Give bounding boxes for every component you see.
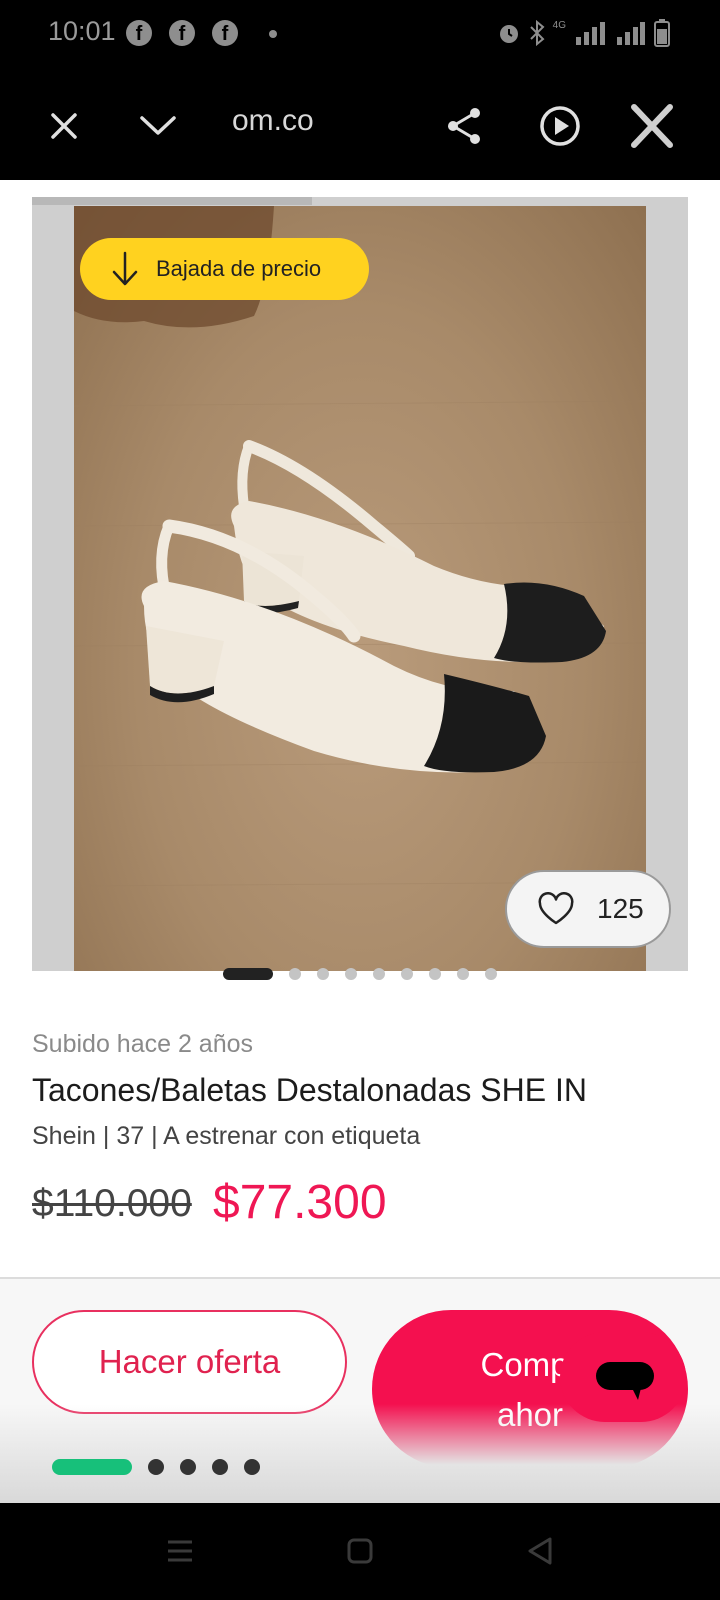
status-icons: 4G [497,18,670,48]
arrow-down-icon [112,251,138,286]
like-button[interactable]: 125 [505,870,671,948]
status-bar: 10:01 f f f 4G [0,0,720,70]
progress-step [180,1459,196,1475]
share-icon[interactable] [436,98,492,154]
carousel-dot[interactable] [289,968,301,980]
current-price: $77.300 [213,1176,387,1229]
price-drop-label: Bajada de precio [156,256,322,281]
carousel-dot[interactable] [345,968,357,980]
carousel-dot[interactable] [485,968,497,980]
url-text[interactable]: om.co [232,104,314,138]
carousel-dot[interactable] [317,968,329,980]
chat-button[interactable] [560,1332,686,1422]
progress-step [212,1459,228,1475]
close-icon[interactable] [36,98,92,154]
more-notifications-dot [269,30,277,38]
carousel-dot[interactable] [429,968,441,980]
status-time: 10:01 [48,16,116,46]
x-logo-icon[interactable] [624,98,680,154]
system-nav-bar [0,1503,720,1600]
home-square-icon [347,1538,373,1564]
original-price: $110.000 [32,1182,192,1225]
like-count: 125 [597,893,644,924]
carousel-dot[interactable] [457,968,469,980]
gallery-top-edge [32,197,312,205]
alarm-icon [499,25,518,43]
facebook-icon: f [169,20,195,46]
play-icon[interactable] [532,98,588,154]
browser-toolbar: om.co [0,70,720,180]
back-triangle-icon [528,1537,552,1565]
carousel-dot[interactable] [401,968,413,980]
image-carousel-indicator[interactable] [0,966,720,980]
chevron-down-icon[interactable] [130,98,186,154]
bluetooth-icon [529,20,545,46]
network-type-label: 4G [552,20,566,31]
heart-icon [538,892,574,925]
signal-icon [576,22,605,45]
product-details: Shein | 37 | A estrenar con etiqueta [32,1122,421,1150]
back-button[interactable] [518,1529,562,1573]
home-button[interactable] [338,1529,382,1573]
carousel-dot-active[interactable] [223,968,273,980]
recent-apps-button[interactable] [158,1529,202,1573]
facebook-icon: f [126,20,152,46]
signal-icon-2 [617,22,645,45]
product-page: Bajada de precio 125 Subido hace 2 años … [0,180,720,1503]
upload-time: Subido hace 2 años [32,1030,254,1058]
facebook-icon: f [212,20,238,46]
make-offer-button[interactable]: Hacer oferta [32,1310,347,1414]
carousel-dot[interactable] [373,968,385,980]
product-photo[interactable] [74,206,646,971]
image-gallery[interactable]: Bajada de precio [32,197,688,971]
progress-step [244,1459,260,1475]
battery-icon [654,19,670,47]
onboarding-progress [0,1459,720,1475]
product-title: Tacones/Baletas Destalonadas SHE IN [32,1072,587,1108]
menu-icon [168,1540,192,1562]
progress-step-active [52,1459,132,1475]
progress-step [148,1459,164,1475]
chat-icon [596,1362,654,1400]
price-drop-badge: Bajada de precio [80,238,369,300]
